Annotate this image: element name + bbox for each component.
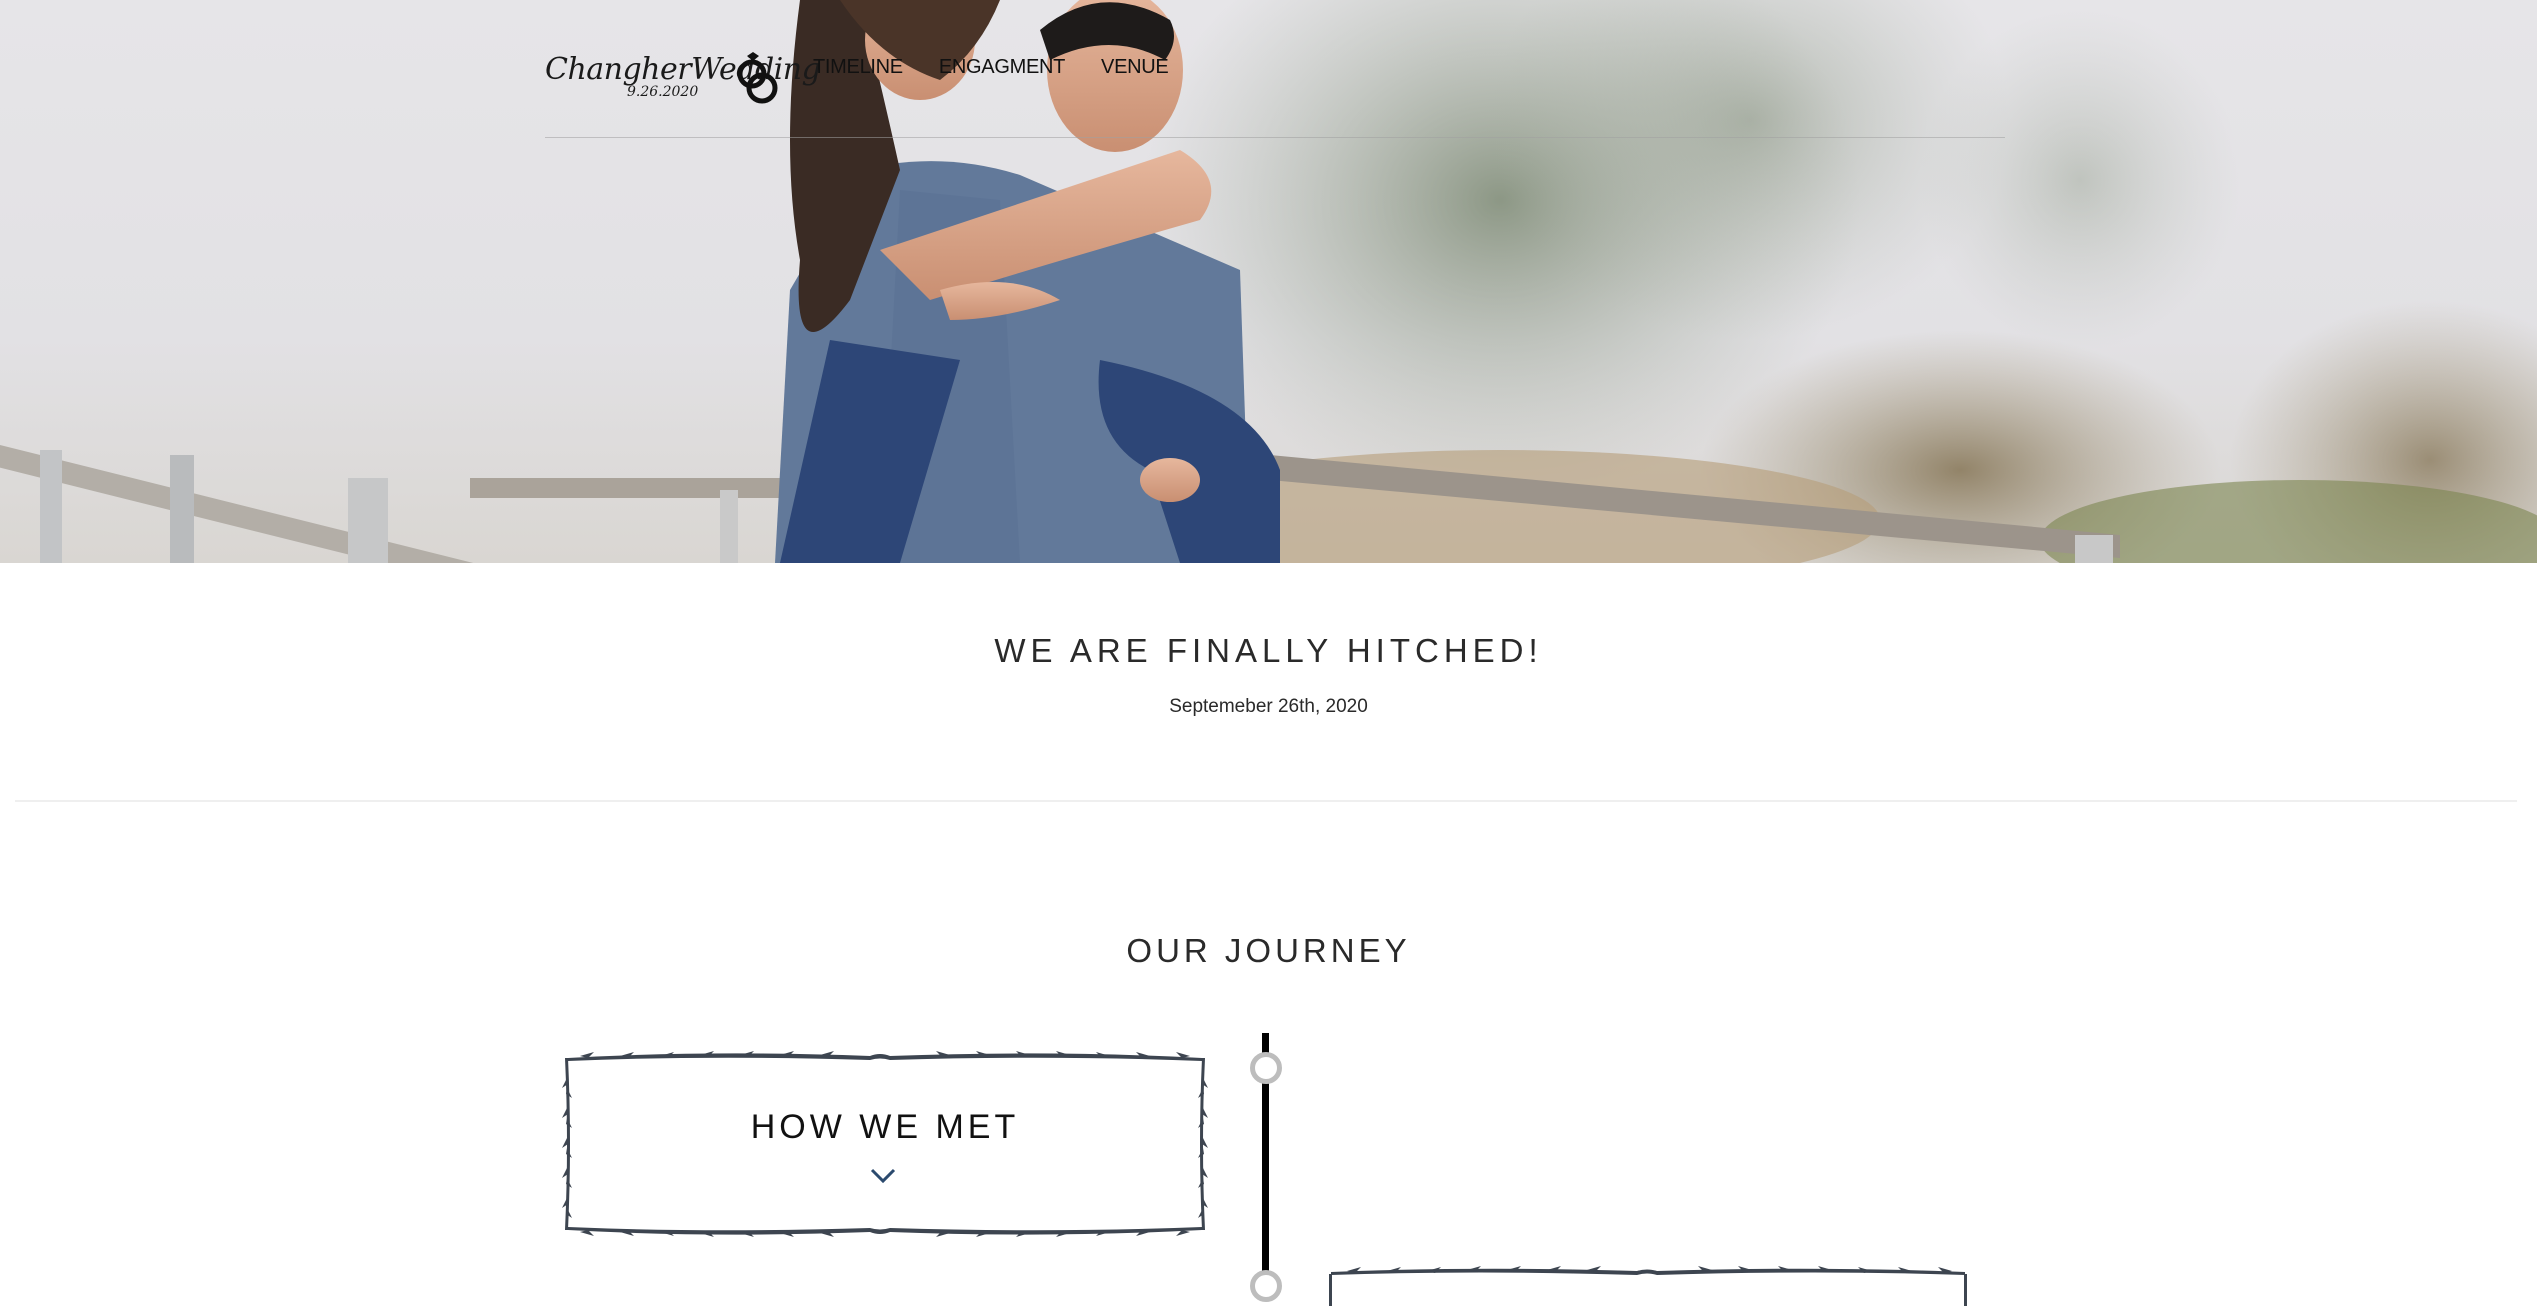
journey-section-title: OUR JOURNEY (1126, 932, 1411, 969)
top-navigation: ChangherWedding 9.26.2020 TIMELINE ENGAG… (545, 40, 2005, 138)
card-title: HOW WE MET (750, 1108, 1020, 1146)
how-we-met-card[interactable]: HOW WE MET (560, 1048, 1210, 1240)
wedding-date: Septemeber 26th, 2020 (1169, 696, 1368, 717)
chevron-down-icon[interactable] (869, 1164, 897, 1186)
hero-banner: ChangherWedding 9.26.2020 TIMELINE ENGAG… (0, 0, 2537, 563)
page-headline: WE ARE FINALLY HITCHED! (994, 632, 1543, 669)
section-divider (15, 800, 2517, 802)
nav-timeline-link[interactable]: TIMELINE (813, 56, 903, 79)
nav-links: TIMELINE ENGAGMENT VENUE (813, 56, 1169, 79)
rings-icon (737, 52, 778, 104)
logo-date: 9.26.2020 (627, 84, 699, 100)
timeline-card[interactable] (1327, 1266, 1969, 1306)
timeline-node (1250, 1270, 1282, 1302)
leaf-frame-decoration (1329, 1266, 1967, 1306)
timeline-node (1250, 1052, 1282, 1084)
nav-engagement-link[interactable]: ENGAGMENT (939, 56, 1066, 79)
nav-venue-link[interactable]: VENUE (1101, 56, 1169, 79)
site-logo[interactable]: ChangherWedding 9.26.2020 (545, 46, 821, 106)
